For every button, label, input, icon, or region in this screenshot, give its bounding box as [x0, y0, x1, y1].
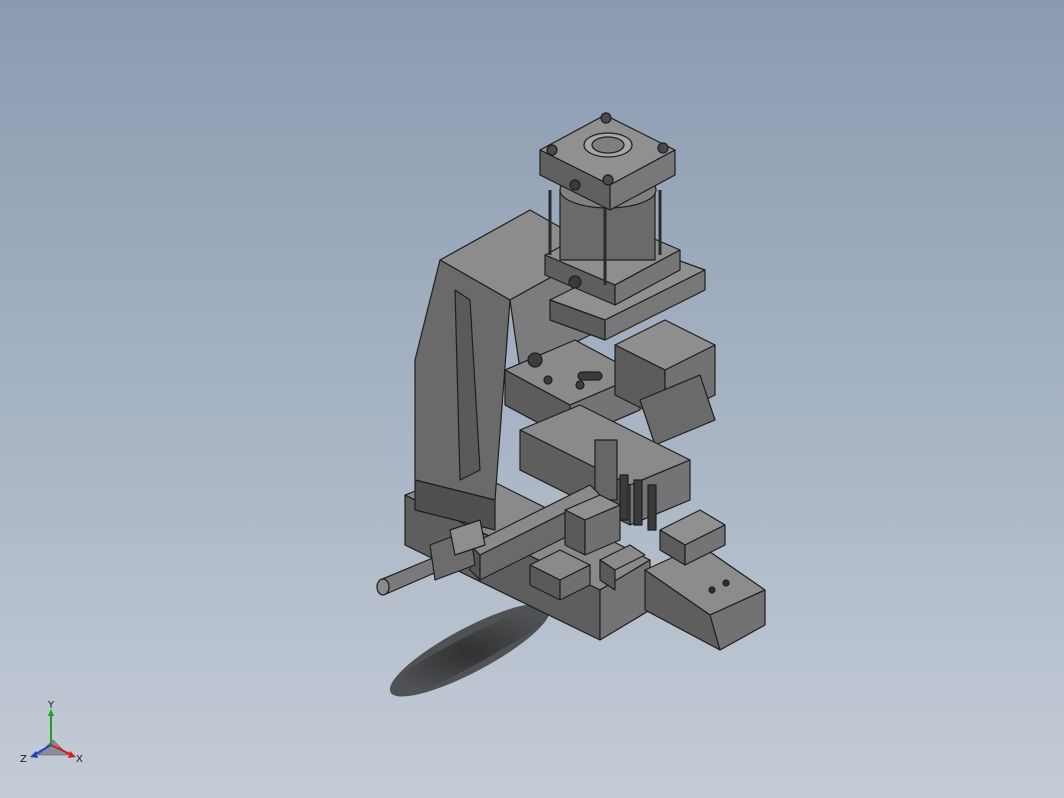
- z-axis-label: Z: [20, 754, 27, 765]
- side-cylinder[interactable]: [614, 319, 716, 446]
- pneumatic-cylinder[interactable]: [539, 112, 681, 306]
- y-axis-label: Y: [47, 700, 55, 711]
- output-slide-block[interactable]: [644, 509, 766, 651]
- x-arrow-icon: [68, 751, 76, 758]
- graphics-viewport[interactable]: Y X Z: [0, 0, 1064, 798]
- z-arrow-icon: [30, 751, 38, 758]
- x-axis-label: X: [76, 754, 83, 765]
- axis-triad[interactable]: Y X Z: [18, 700, 88, 770]
- cad-model-view[interactable]: [0, 0, 1064, 798]
